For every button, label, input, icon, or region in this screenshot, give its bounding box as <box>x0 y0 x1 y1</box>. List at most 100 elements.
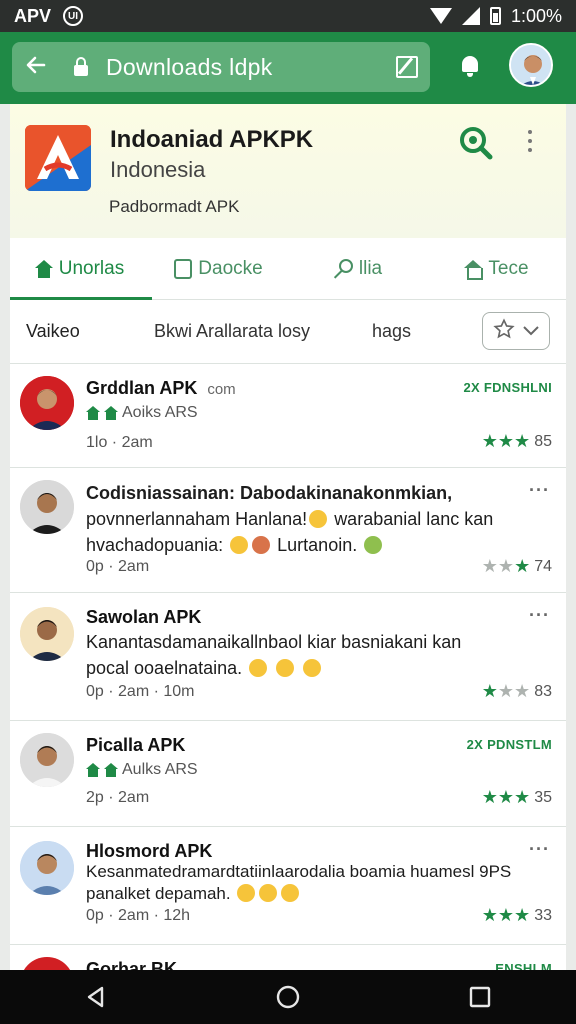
signal-icon <box>461 7 480 25</box>
item-body: Codisniassainan: Dabodakinanakonmkian, p… <box>86 483 494 555</box>
emoji-icon <box>259 884 278 902</box>
list-item[interactable]: Sawolan APK Kanantasdamanaikallnbaol kia… <box>10 593 566 721</box>
list-item[interactable]: Gorhar BK ENSHLM <box>10 945 566 970</box>
item-time: 0p · 2am · 12h <box>86 907 191 924</box>
item-rating: ★★★ 83 <box>481 681 552 701</box>
package-icon <box>174 258 193 279</box>
item-menu-icon[interactable]: ··· <box>529 839 550 860</box>
main-card: Indoaniad APKPK Indonesia Padbormadt APK… <box>10 104 566 970</box>
nav-home-icon[interactable] <box>276 985 300 1009</box>
list-item[interactable]: Codisniassainan: Dabodakinanakonmkian, p… <box>10 468 566 593</box>
status-left-text: APV <box>14 5 52 26</box>
item-body: Kanantasdamanaikallnbaol kiar basniakani… <box>86 632 462 678</box>
home-icon <box>104 763 118 777</box>
chevron-down-icon <box>522 321 540 342</box>
tab-label: llia <box>358 257 383 279</box>
item-time: 0p · 2am · 10m <box>86 683 195 700</box>
emoji-icon <box>281 884 300 902</box>
rating-stars: ★★★ <box>481 905 531 925</box>
home-icon <box>34 259 53 278</box>
emoji-icon <box>303 659 322 677</box>
app-title: Indoaniad APKPK <box>110 126 314 153</box>
emoji-icon <box>249 659 268 677</box>
nav-recents-icon[interactable] <box>469 986 491 1008</box>
filter-left[interactable]: Vaikeo <box>26 321 80 342</box>
avatar <box>20 480 74 534</box>
item-title: Grddlan APK com <box>86 378 236 398</box>
filter-right[interactable]: hags <box>372 321 411 342</box>
search-icon[interactable] <box>459 126 493 160</box>
item-subtitle: Aoiks ARS <box>86 404 198 422</box>
tab-bar: Unorlas Daocke llia Tece <box>10 238 566 300</box>
profile-avatar[interactable] <box>509 43 553 87</box>
item-menu-icon[interactable]: ··· <box>529 605 550 626</box>
status-time: 1:00% <box>510 5 562 26</box>
app-developer: Padbormadt APK <box>109 197 240 216</box>
app-subtitle: Indonesia <box>110 157 206 182</box>
tab-label: Daocke <box>198 257 263 279</box>
item-rating: ★★★ 33 <box>481 905 552 925</box>
list-item[interactable]: Grddlan APK com Aoiks ARS 1lo · 2am 2X FD… <box>10 364 566 468</box>
tab-daocke[interactable]: Daocke <box>149 238 288 299</box>
rating-stars: ★★★ <box>481 787 531 807</box>
key-icon <box>333 258 353 279</box>
more-options-icon[interactable] <box>528 130 534 152</box>
avatar <box>20 733 74 787</box>
item-rating: ★★★ 35 <box>481 787 552 807</box>
avatar <box>20 957 74 970</box>
item-title-extra: com <box>207 381 236 398</box>
item-time: 2p · 2am <box>86 789 150 806</box>
top-app-bar: Downloads ldpk <box>0 32 576 104</box>
tab-label: Tece <box>488 257 529 279</box>
item-time: 1lo · 2am <box>86 434 153 451</box>
back-arrow-icon[interactable] <box>24 53 54 82</box>
item-status: 2X PDNSTLM <box>466 737 552 752</box>
home-icon <box>104 406 118 420</box>
bell-icon[interactable] <box>460 54 480 78</box>
rating-stars: ★★★ <box>481 431 531 451</box>
system-nav-bar <box>0 970 576 1024</box>
edit-icon[interactable] <box>396 56 418 78</box>
address-bar[interactable]: Downloads ldpk <box>12 42 430 92</box>
home-icon <box>86 406 100 420</box>
app-header: Indoaniad APKPK Indonesia Padbormadt APK <box>10 104 566 238</box>
star-outline-icon <box>492 317 515 345</box>
item-status: ENSHLM <box>495 961 552 970</box>
filter-row: Vaikeo Bkwi Arallarata losy hags <box>10 300 566 364</box>
emoji-icon <box>252 536 271 554</box>
emoji-icon <box>230 536 249 554</box>
avatar <box>20 607 74 661</box>
item-body: Kesanmatedramardtatiinlaarodalia boamia … <box>86 862 512 903</box>
item-title: Sawolan APK <box>86 607 202 627</box>
wifi-icon <box>429 8 452 24</box>
tab-label: Unorlas <box>58 257 125 279</box>
status-badge: UI <box>63 6 84 26</box>
emoji-icon <box>364 536 383 554</box>
item-menu-icon[interactable]: ··· <box>529 480 550 501</box>
home-icon <box>86 763 100 777</box>
item-status: 2X FDNSHLNI <box>463 380 552 395</box>
item-subtitle: Aulks ARS <box>86 761 198 779</box>
house-outline-icon <box>464 259 484 280</box>
emoji-icon <box>237 884 256 902</box>
avatar <box>20 376 74 430</box>
item-rating: ★★★ 85 <box>481 431 552 451</box>
tab-llia[interactable]: llia <box>288 238 427 299</box>
rating-stars: ★★★ <box>481 556 531 576</box>
item-title: Hlosmord APK <box>86 841 213 861</box>
item-title: Gorhar BK <box>86 959 178 970</box>
item-time: 0p · 2am <box>86 558 150 575</box>
list-item[interactable]: Picalla APK Aulks ARS 2p · 2am 2X PDNSTL… <box>10 721 566 827</box>
tab-tece[interactable]: Tece <box>427 238 566 299</box>
tab-unorlas[interactable]: Unorlas <box>10 238 149 299</box>
status-bar: APV UI 1:00% <box>0 0 576 32</box>
list-item[interactable]: Hlosmord APK Kesanmatedramardtatiinlaaro… <box>10 827 566 945</box>
emoji-icon <box>309 510 328 528</box>
app-logo-icon <box>25 125 91 191</box>
nav-back-icon[interactable] <box>85 986 107 1008</box>
item-title: Picalla APK <box>86 735 186 755</box>
filter-middle[interactable]: Bkwi Arallarata losy <box>154 321 310 342</box>
emoji-icon <box>276 659 295 677</box>
sort-dropdown[interactable] <box>482 312 550 350</box>
url-text[interactable]: Downloads ldpk <box>106 54 388 81</box>
